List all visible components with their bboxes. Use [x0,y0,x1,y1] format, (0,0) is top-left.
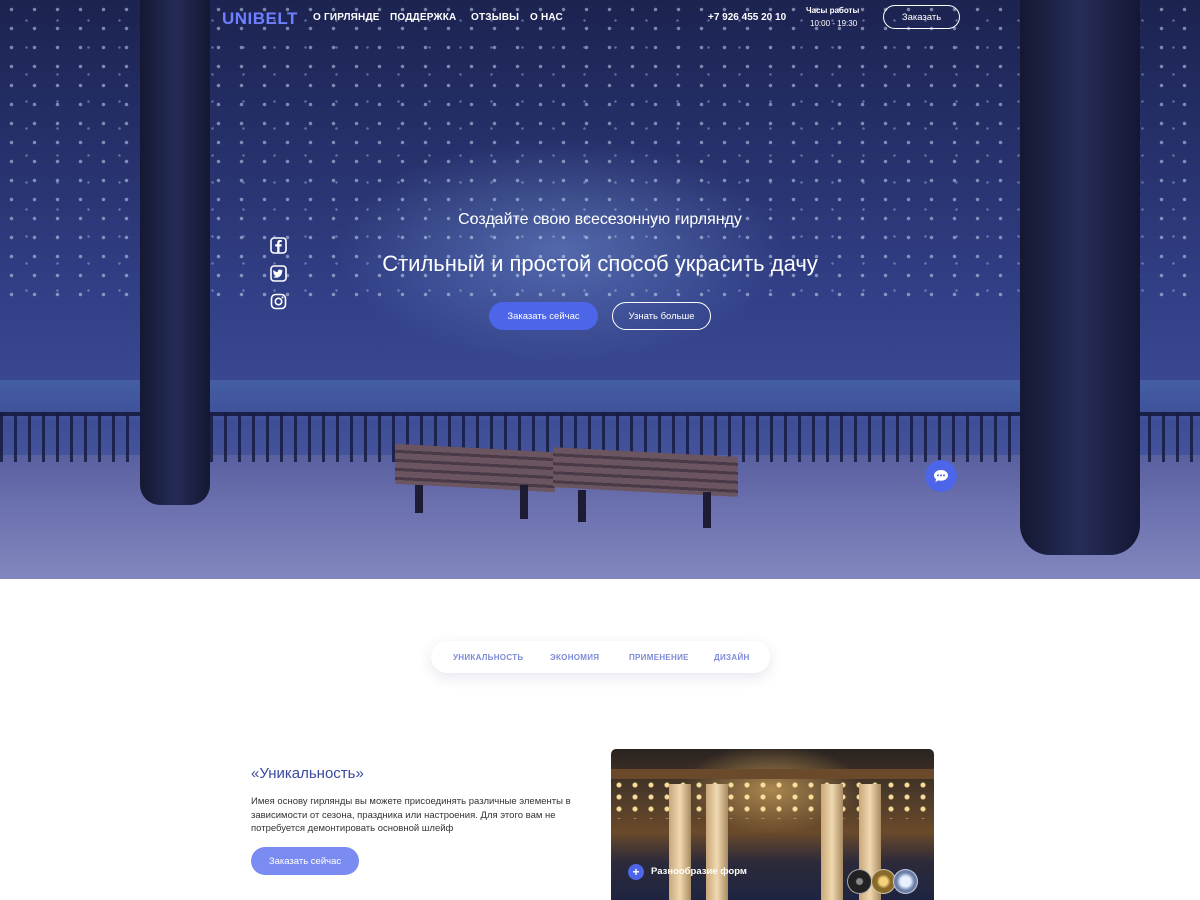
nav-link-about-garland[interactable]: О ГИРЛЯНДЕ [313,12,380,23]
tab-economy[interactable]: ЭКОНОМИЯ [550,653,599,662]
logo[interactable]: UNIBELT [222,9,298,29]
pergola-beam [611,769,934,779]
working-hours-title: Часы работы [806,6,860,15]
hero-background [0,0,1200,579]
working-hours-time: 10:00 - 19:30 [810,19,858,28]
feature-order-button[interactable]: Заказать сейчас [251,847,359,875]
bench-leg [578,490,586,522]
hero-subtitle: Создайте свою всесезонную гирлянду [458,211,742,228]
string-lights [611,779,934,819]
feature-title: «Уникальность» [251,765,364,782]
tab-application[interactable]: ПРИМЕНЕНИЕ [629,653,689,662]
tab-design[interactable]: ДИЗАЙН [714,653,750,662]
chat-bubble-icon [934,470,948,482]
nav-link-about-us[interactable]: О НАС [530,12,563,23]
hero-title: Стильный и простой способ украсить дачу [382,251,818,276]
order-button[interactable]: Заказать [883,5,960,29]
star-shape-thumbnail[interactable] [847,869,872,894]
feature-image: + Разнообразие форм [611,749,934,900]
feature-description: Имея основу гирлянды вы можете присоедин… [251,796,571,834]
top-navigation: UNIBELT О ГИРЛЯНДЕ ПОДДЕРЖКА ОТЗЫВЫ О НА… [0,0,1200,36]
bench-leg [520,485,528,519]
pergola-column [821,784,843,900]
snowflake-shape-thumbnail[interactable] [893,869,918,894]
learn-more-button[interactable]: Узнать больше [612,302,711,330]
chat-button[interactable] [925,460,957,492]
tab-uniqueness[interactable]: УНИКАЛЬНОСТЬ [453,653,523,662]
nav-link-reviews[interactable]: ОТЗЫВЫ [471,12,519,23]
instagram-icon[interactable] [270,293,287,310]
bench-leg [415,485,423,513]
nav-link-support[interactable]: ПОДДЕРЖКА [390,12,456,23]
feature-tabs: УНИКАЛЬНОСТЬ ЭКОНОМИЯ ПРИМЕНЕНИЕ ДИЗАЙН [431,641,770,673]
bench-leg [703,492,711,528]
hero-tree-right [1020,0,1140,555]
pergola-column [706,784,728,900]
image-caption: Разнообразие форм [651,866,747,877]
pergola-column [669,784,691,900]
plus-icon[interactable]: + [628,864,644,880]
phone-number[interactable]: +7 926 455 20 10 [708,12,786,23]
order-now-button[interactable]: Заказать сейчас [489,302,598,330]
